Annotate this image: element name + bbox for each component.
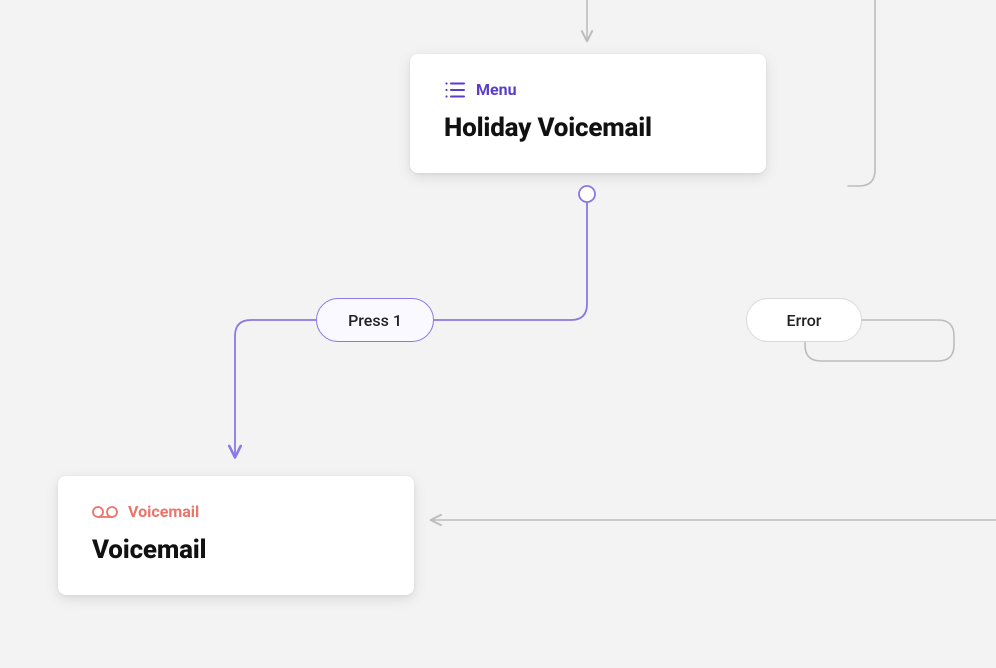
node-type-label: Menu xyxy=(476,80,517,99)
pill-press-1[interactable]: Press 1 xyxy=(316,298,434,342)
menu-icon xyxy=(444,81,466,99)
pill-label: Press 1 xyxy=(348,311,402,330)
node-type-row: Menu xyxy=(444,80,732,99)
flow-canvas[interactable]: Menu Holiday Voicemail Press 1 Error Voi… xyxy=(0,0,996,668)
node-type-label: Voicemail xyxy=(128,502,199,521)
node-title: Holiday Voicemail xyxy=(444,113,732,143)
connector-circle-holiday-bottom xyxy=(579,186,595,202)
pill-error[interactable]: Error xyxy=(746,298,862,342)
edge-topright-stub xyxy=(848,0,875,186)
pill-label: Error xyxy=(787,311,822,330)
node-voicemail[interactable]: Voicemail Voicemail xyxy=(58,476,414,595)
voicemail-icon xyxy=(92,505,118,519)
node-holiday-voicemail[interactable]: Menu Holiday Voicemail xyxy=(410,54,766,173)
node-type-row: Voicemail xyxy=(92,502,380,521)
edge-holiday-to-press1-right xyxy=(434,202,587,320)
node-title: Voicemail xyxy=(92,535,380,565)
edge-press1-to-voicemail xyxy=(235,320,316,456)
